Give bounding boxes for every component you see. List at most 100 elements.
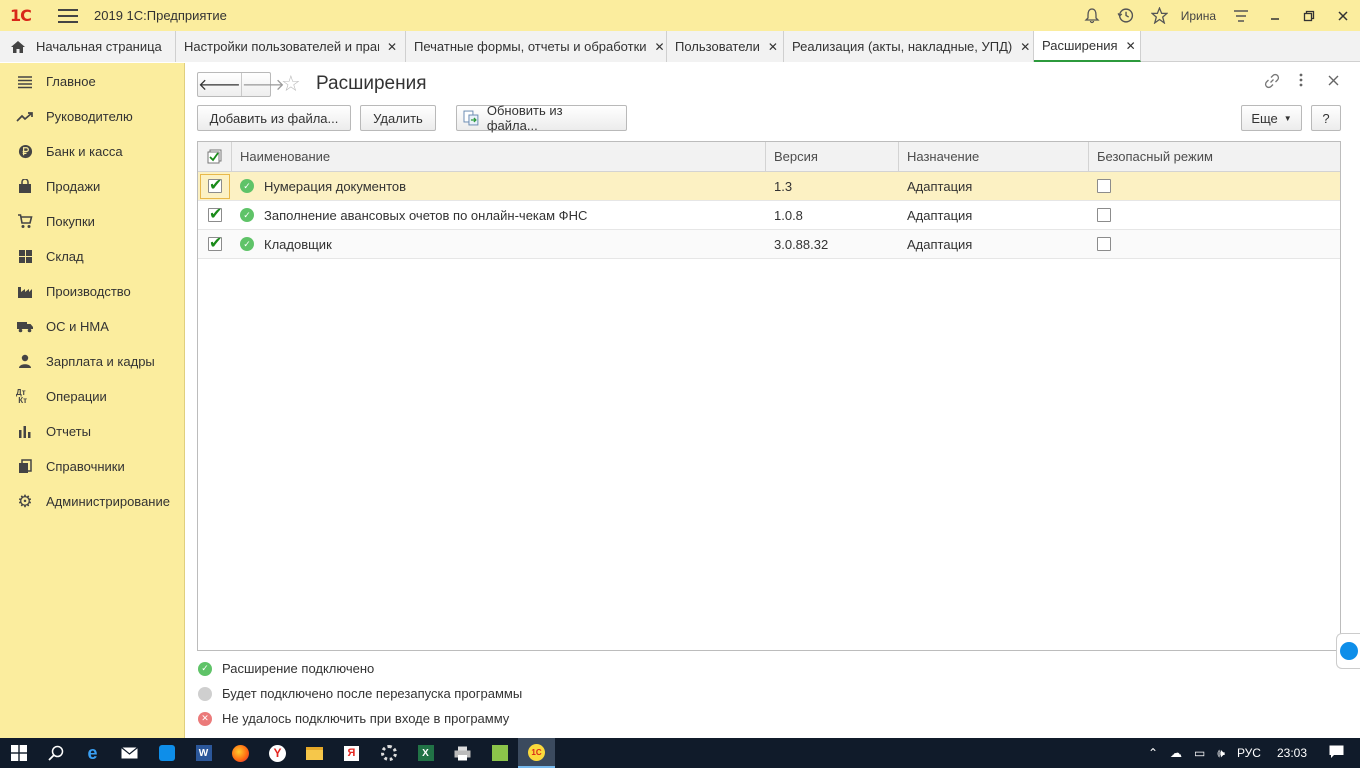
favorite-star-icon[interactable]: ☆	[281, 71, 301, 97]
more-button[interactable]: Еще ▼	[1241, 105, 1302, 131]
table-row[interactable]: ✓ Нумерация документов 1.3 Адаптация	[198, 172, 1340, 201]
mail-icon[interactable]	[111, 738, 148, 768]
tab-extensions[interactable]: Расширения ✕	[1034, 31, 1141, 62]
column-header-purpose[interactable]: Назначение	[899, 142, 1089, 171]
yandex-icon[interactable]: Я	[333, 738, 370, 768]
close-tab-icon[interactable]: ✕	[1126, 39, 1136, 53]
windows-start-icon[interactable]	[0, 738, 37, 768]
row-active-cell	[198, 230, 232, 258]
volume-icon[interactable]: 🕪	[1217, 746, 1225, 761]
column-header-safe-mode[interactable]: Безопасный режим	[1089, 142, 1340, 171]
sidebar-item-administration[interactable]: ⚙ Администрирование	[0, 484, 184, 519]
sidebar-item-production[interactable]: Производство	[0, 274, 184, 309]
user-name[interactable]: Ирина	[1181, 9, 1216, 23]
row-name-cell: ✓ Кладовщик	[232, 230, 766, 258]
main-menu-icon[interactable]	[58, 8, 78, 23]
link-icon[interactable]	[1264, 73, 1280, 93]
list-icon	[16, 73, 34, 91]
safe-mode-checkbox[interactable]	[1097, 237, 1111, 251]
tab-users[interactable]: Пользователи ✕	[667, 31, 784, 62]
row-name: Нумерация документов	[264, 178, 407, 194]
chevron-up-icon[interactable]: ⌃	[1148, 746, 1158, 760]
row-version: 1.3	[774, 178, 793, 194]
row-safe-mode-cell	[1089, 201, 1340, 229]
app-icon[interactable]	[481, 738, 518, 768]
1c-logo[interactable]: 1С	[10, 6, 52, 25]
column-header-version[interactable]: Версия	[766, 142, 899, 171]
sidebar-item-main[interactable]: Главное	[0, 64, 184, 99]
select-all-header[interactable]	[198, 142, 232, 171]
media-icon[interactable]	[370, 738, 407, 768]
row-name-cell: ✓ Заполнение авансовых очетов по онлайн-…	[232, 201, 766, 229]
tab-home[interactable]: Начальная страница	[0, 31, 176, 62]
legend-text: Расширение подключено	[222, 661, 375, 676]
navigation-buttons: 🡐 🡒	[197, 72, 285, 97]
safe-mode-checkbox[interactable]	[1097, 208, 1111, 222]
sync-icon[interactable]: ☁	[1170, 746, 1182, 760]
tab-print-forms[interactable]: Печатные формы, отчеты и обработки ✕	[406, 31, 667, 62]
bag-icon	[16, 178, 34, 196]
more-vertical-icon[interactable]	[1299, 73, 1303, 91]
forward-arrow-icon[interactable]: 🡒	[240, 73, 285, 96]
back-arrow-icon[interactable]: 🡐	[198, 73, 241, 96]
notifications-icon[interactable]	[1329, 745, 1344, 762]
row-active-checkbox[interactable]	[208, 204, 222, 224]
history-icon[interactable]	[1109, 0, 1143, 31]
more-button-label: Еще	[1251, 110, 1278, 126]
edge-icon[interactable]: e	[74, 738, 111, 768]
close-form-icon[interactable]	[1328, 73, 1339, 90]
sidebar-item-sales[interactable]: Продажи	[0, 169, 184, 204]
tab-sales[interactable]: Реализация (акты, накладные, УПД) ✕	[784, 31, 1034, 62]
sidebar-item-reports[interactable]: Отчеты	[0, 414, 184, 449]
add-from-file-button[interactable]: Добавить из файла...	[197, 105, 351, 131]
printer-icon[interactable]	[444, 738, 481, 768]
close-tab-icon[interactable]: ✕	[387, 40, 397, 54]
legend-pending: Будет подключено после перезапуска прогр…	[198, 686, 522, 701]
delete-button[interactable]: Удалить	[360, 105, 436, 131]
yandex-browser-icon[interactable]: Y	[259, 738, 296, 768]
update-from-file-button[interactable]: Обновить из файла...	[456, 103, 627, 133]
teamviewer-side-icon[interactable]	[1336, 633, 1360, 669]
restore-icon[interactable]	[1292, 0, 1326, 31]
close-tab-icon[interactable]: ✕	[1020, 40, 1030, 54]
safe-mode-checkbox[interactable]	[1097, 179, 1111, 193]
network-icon[interactable]: ▭	[1194, 746, 1205, 760]
sidebar-item-warehouse[interactable]: Склад	[0, 239, 184, 274]
sidebar-item-operations[interactable]: Дт Кт Операции	[0, 379, 184, 414]
sidebar-item-catalogs[interactable]: Справочники	[0, 449, 184, 484]
row-active-checkbox[interactable]	[208, 233, 222, 253]
sidebar-item-director[interactable]: Руководителю	[0, 99, 184, 134]
warehouse-icon	[16, 248, 34, 266]
search-icon[interactable]	[37, 738, 74, 768]
bell-icon[interactable]	[1075, 0, 1109, 31]
table-row[interactable]: ✓ Кладовщик 3.0.88.32 Адаптация	[198, 230, 1340, 259]
clock[interactable]: 23:03	[1277, 746, 1307, 760]
ruble-icon	[16, 143, 34, 161]
tab-user-settings[interactable]: Настройки пользователей и прав ✕	[176, 31, 406, 62]
excel-icon[interactable]: X	[407, 738, 444, 768]
sidebar-item-salary[interactable]: Зарплата и кадры	[0, 344, 184, 379]
close-tab-icon[interactable]: ✕	[655, 40, 665, 54]
close-tab-icon[interactable]: ✕	[768, 40, 778, 54]
sidebar-item-bank[interactable]: Банк и касса	[0, 134, 184, 169]
file-explorer-icon[interactable]	[296, 738, 333, 768]
star-icon[interactable]	[1143, 0, 1177, 31]
sidebar-item-assets[interactable]: ОС и НМА	[0, 309, 184, 344]
row-active-checkbox[interactable]	[208, 175, 222, 195]
table-row[interactable]: ✓ Заполнение авансовых очетов по онлайн-…	[198, 201, 1340, 230]
cart-icon	[16, 213, 34, 231]
language-indicator[interactable]: РУС	[1237, 746, 1261, 760]
1c-icon[interactable]: 1С	[518, 738, 555, 768]
teamviewer-icon[interactable]	[148, 738, 185, 768]
word-icon[interactable]: W	[185, 738, 222, 768]
close-window-icon[interactable]	[1326, 0, 1360, 31]
status-failed-icon: ✕	[198, 711, 212, 726]
sidebar-item-label: Зарплата и кадры	[46, 354, 155, 369]
minimize-icon[interactable]	[1258, 0, 1292, 31]
firefox-icon[interactable]	[222, 738, 259, 768]
column-header-name[interactable]: Наименование	[232, 142, 766, 171]
settings-lines-icon[interactable]	[1224, 0, 1258, 31]
help-button[interactable]: ?	[1311, 105, 1341, 131]
dt-kt-icon: Дт Кт	[16, 387, 28, 405]
sidebar-item-purchases[interactable]: Покупки	[0, 204, 184, 239]
